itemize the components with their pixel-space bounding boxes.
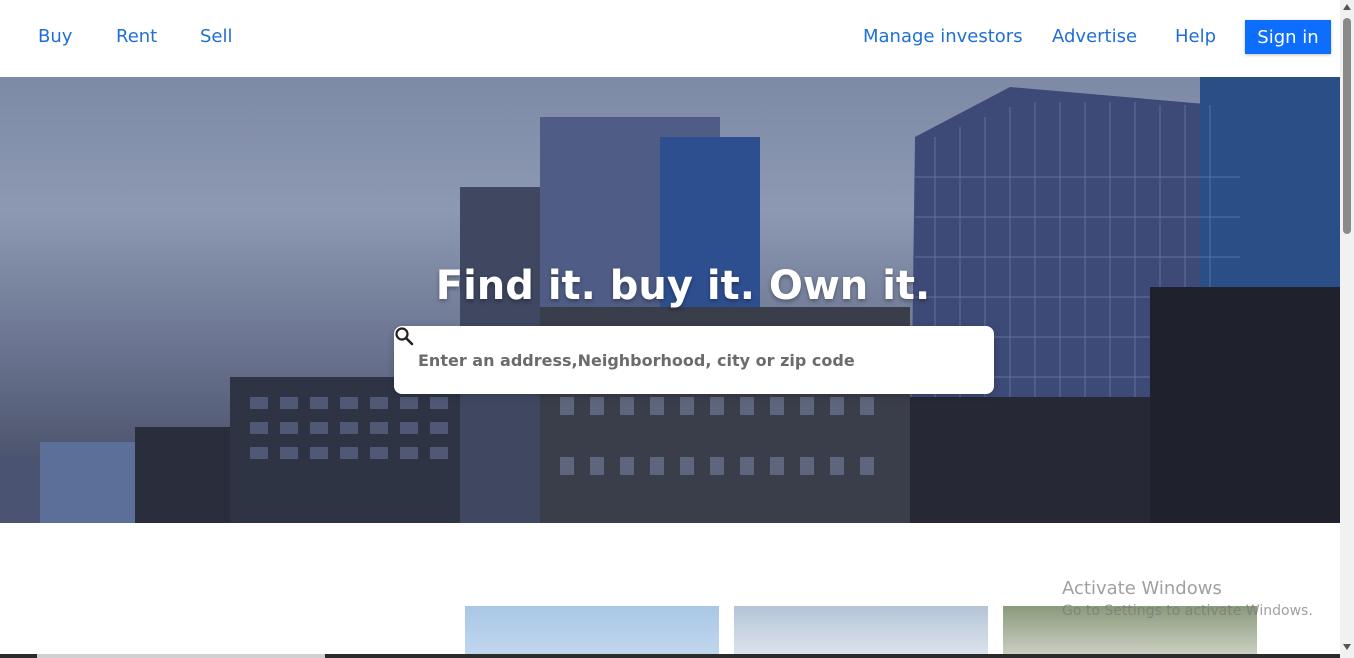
watermark-subtitle: Go to Settings to activate Windows. [1062,603,1313,619]
bottom-strip-segment [37,654,325,658]
nav-link-sell[interactable]: Sell [200,26,233,47]
vertical-scrollbar[interactable] [1340,0,1354,658]
hero-title: Find it. buy it. Own it. [435,263,931,309]
scroll-down-arrow-icon[interactable] [1343,644,1351,650]
listing-card-image[interactable] [465,606,719,658]
nav-link-buy[interactable]: Buy [38,26,72,47]
page: Buy Rent Sell Manage investors Advertise… [0,0,1340,658]
sign-in-button[interactable]: Sign in [1245,20,1331,54]
activate-windows-watermark: Activate Windows Go to Settings to activ… [1062,578,1313,619]
scroll-up-arrow-icon[interactable] [1343,4,1351,10]
nav-link-rent[interactable]: Rent [116,26,157,47]
hero-banner: Find it. buy it. Own it. [0,77,1340,523]
bottom-strip [0,654,1340,658]
search-input[interactable] [418,346,938,374]
scrollbar-thumb[interactable] [1343,18,1351,234]
listing-card-image[interactable] [734,606,988,658]
top-nav: Buy Rent Sell Manage investors Advertise… [0,0,1340,76]
watermark-title: Activate Windows [1062,578,1222,599]
search-icon[interactable] [394,326,414,346]
nav-link-help[interactable]: Help [1175,26,1216,47]
nav-link-manage-investors[interactable]: Manage investors [863,26,1023,47]
nav-link-advertise[interactable]: Advertise [1052,26,1137,47]
search-box [394,326,994,394]
